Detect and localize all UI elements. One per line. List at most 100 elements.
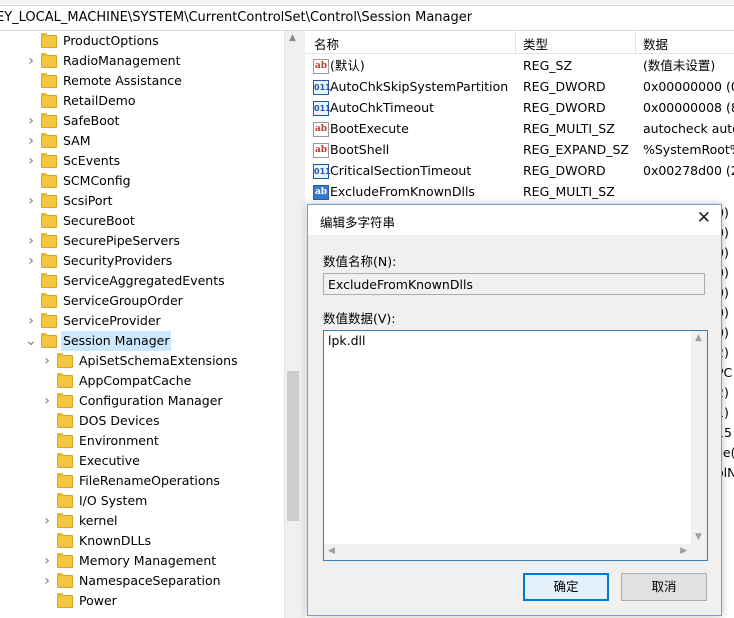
tree-item[interactable]: ⌄ Session Manager — [25, 331, 172, 351]
tree-item[interactable]: › SafeBoot — [25, 111, 119, 131]
folder-icon — [57, 472, 73, 488]
scroll-right-icon[interactable]: ▶ — [680, 546, 687, 556]
registry-tree: ProductOptions › RadioManagement Remote Ass… — [0, 31, 300, 618]
tree-item[interactable]: I/O System — [41, 491, 147, 511]
tree-item[interactable]: FileRenameOperations — [41, 471, 220, 491]
chevron-right-icon — [41, 531, 53, 551]
chevron-right-icon — [41, 591, 53, 611]
chevron-right-icon[interactable]: › — [41, 511, 53, 531]
tree-item[interactable]: › SecurityProviders — [25, 251, 172, 271]
tree-item[interactable]: Environment — [41, 431, 159, 451]
tree-item[interactable]: ServiceAggregatedEvents — [25, 271, 225, 291]
value-type: REG_SZ — [523, 58, 573, 73]
value-data: autocheck autoc — [643, 121, 734, 136]
tree-item[interactable]: › ServiceProvider — [25, 311, 161, 331]
chevron-down-icon[interactable]: ⌄ — [25, 331, 37, 351]
tree-item[interactable]: › Memory Management — [41, 551, 216, 571]
column-data-header[interactable]: 数据 — [643, 34, 668, 53]
value-row[interactable]: ab (默认) REG_SZ (数值未设置) — [305, 55, 734, 76]
value-data: %SystemRoot% — [643, 142, 734, 157]
scroll-up-icon[interactable]: ▲ — [695, 333, 702, 343]
tree-item[interactable]: › SecurePipeServers — [25, 231, 180, 251]
value-name: BootExecute — [330, 121, 409, 136]
chevron-right-icon[interactable]: › — [25, 151, 37, 171]
tree-item-label: SecurePipeServers — [63, 233, 180, 248]
chevron-right-icon[interactable]: › — [25, 191, 37, 211]
textarea-vertical-scrollbar[interactable]: ▲ ▼ — [691, 331, 707, 544]
value-data: 0x00000000 (0) — [643, 79, 734, 94]
cancel-button[interactable]: 取消 — [621, 573, 707, 601]
scroll-left-icon[interactable]: ◀ — [328, 546, 335, 556]
folder-icon — [41, 32, 57, 48]
tree-item[interactable]: › Configuration Manager — [41, 391, 223, 411]
binary-value-icon: 011 — [313, 80, 331, 95]
value-row[interactable]: abBootExecute REG_MULTI_SZ autocheck autoc — [305, 118, 734, 139]
address-bar[interactable]: EY_LOCAL_MACHINE\SYSTEM\CurrentControlSe… — [0, 5, 734, 31]
tree-item[interactable]: › ApiSetSchemaExtensions — [41, 351, 238, 371]
column-type-header[interactable]: 类型 — [523, 34, 548, 53]
column-name-header[interactable]: 名称 — [314, 34, 339, 53]
tree-item[interactable]: RetailDemo — [25, 91, 135, 111]
value-name-field: ExcludeFromKnownDlls — [323, 273, 705, 295]
chevron-right-icon[interactable]: › — [25, 111, 37, 131]
chevron-right-icon[interactable]: › — [25, 311, 37, 331]
value-row[interactable]: 011 AutoChkTimeout REG_DWORD 0x00000008 (8) — [305, 97, 734, 118]
tree-item[interactable]: › kernel — [41, 511, 118, 531]
ok-button[interactable]: 确定 — [523, 573, 609, 601]
tree-item[interactable]: › RadioManagement — [25, 51, 180, 71]
close-icon[interactable]: ✕ — [697, 208, 711, 228]
chevron-right-icon — [25, 31, 37, 51]
tree-item-label: ServiceAggregatedEvents — [63, 273, 225, 288]
folder-icon — [57, 512, 73, 528]
chevron-right-icon[interactable]: › — [41, 391, 53, 411]
value-name-label: 数值名称(N): — [323, 254, 397, 269]
tree-item[interactable]: › NamespaceSeparation — [41, 571, 221, 591]
tree-item[interactable]: Remote Assistance — [25, 71, 182, 91]
chevron-right-icon — [41, 451, 53, 471]
tree-item[interactable]: › ScsiPort — [25, 191, 113, 211]
value-row[interactable]: ab BootShell REG_EXPAND_SZ %SystemRoot% — [305, 139, 734, 160]
tree-item-label: SecureBoot — [63, 213, 135, 228]
folder-icon — [57, 432, 73, 448]
tree-item[interactable]: › ScEvents — [25, 151, 120, 171]
chevron-right-icon[interactable]: › — [25, 51, 37, 71]
folder-icon — [41, 312, 57, 328]
tree-item[interactable]: SecureBoot — [25, 211, 135, 231]
tree-item-label: AppCompatCache — [79, 373, 192, 388]
binary-value-icon: 011 — [313, 101, 331, 116]
tree-item[interactable]: Executive — [41, 451, 140, 471]
tree-item-label: ScsiPort — [63, 193, 113, 208]
scroll-up-icon[interactable]: ▲ — [289, 33, 296, 43]
chevron-right-icon[interactable]: › — [41, 351, 53, 371]
scroll-down-icon[interactable]: ▼ — [695, 532, 702, 542]
chevron-right-icon[interactable]: › — [25, 251, 37, 271]
tree-scrollbar[interactable]: ▲ — [284, 31, 301, 618]
folder-icon — [57, 352, 73, 368]
folder-icon — [57, 412, 73, 428]
value-row[interactable]: 011 AutoChkSkipSystemPartition REG_DWORD 0x… — [305, 76, 734, 97]
chevron-right-icon — [41, 371, 53, 391]
scrollbar-thumb[interactable] — [287, 371, 299, 521]
tree-item[interactable]: AppCompatCache — [41, 371, 191, 391]
value-data-text[interactable]: lpk.dll — [328, 333, 366, 348]
tree-item[interactable]: DOS Devices — [41, 411, 160, 431]
value-type: REG_MULTI_SZ — [523, 184, 615, 199]
textarea-horizontal-scrollbar[interactable]: ◀ ▶ — [324, 544, 691, 560]
value-row[interactable]: ab ExcludeFromKnownDlls REG_MULTI_SZ — [305, 181, 734, 202]
chevron-right-icon[interactable]: › — [25, 231, 37, 251]
value-data-textarea[interactable]: lpk.dll ▲ ▼ ◀ ▶ — [323, 330, 708, 561]
tree-item[interactable]: ServiceGroupOrder — [25, 291, 183, 311]
chevron-right-icon[interactable]: › — [25, 131, 37, 151]
tree-item[interactable]: SCMConfig — [25, 171, 131, 191]
chevron-right-icon[interactable]: › — [41, 571, 53, 591]
value-row[interactable]: 011 CriticalSectionTimeout REG_DWORD 0x0027… — [305, 160, 734, 181]
folder-icon — [57, 552, 73, 568]
chevron-right-icon[interactable]: › — [41, 551, 53, 571]
tree-item[interactable]: KnownDLLs — [41, 531, 151, 551]
tree-item[interactable]: ProductOptions — [25, 31, 159, 51]
value-type: REG_DWORD — [523, 100, 606, 115]
tree-item[interactable]: › SAM — [25, 131, 91, 151]
menu-bar — [0, 0, 734, 4]
tree-item[interactable]: Power — [41, 591, 117, 611]
value-name: CriticalSectionTimeout — [330, 163, 472, 178]
